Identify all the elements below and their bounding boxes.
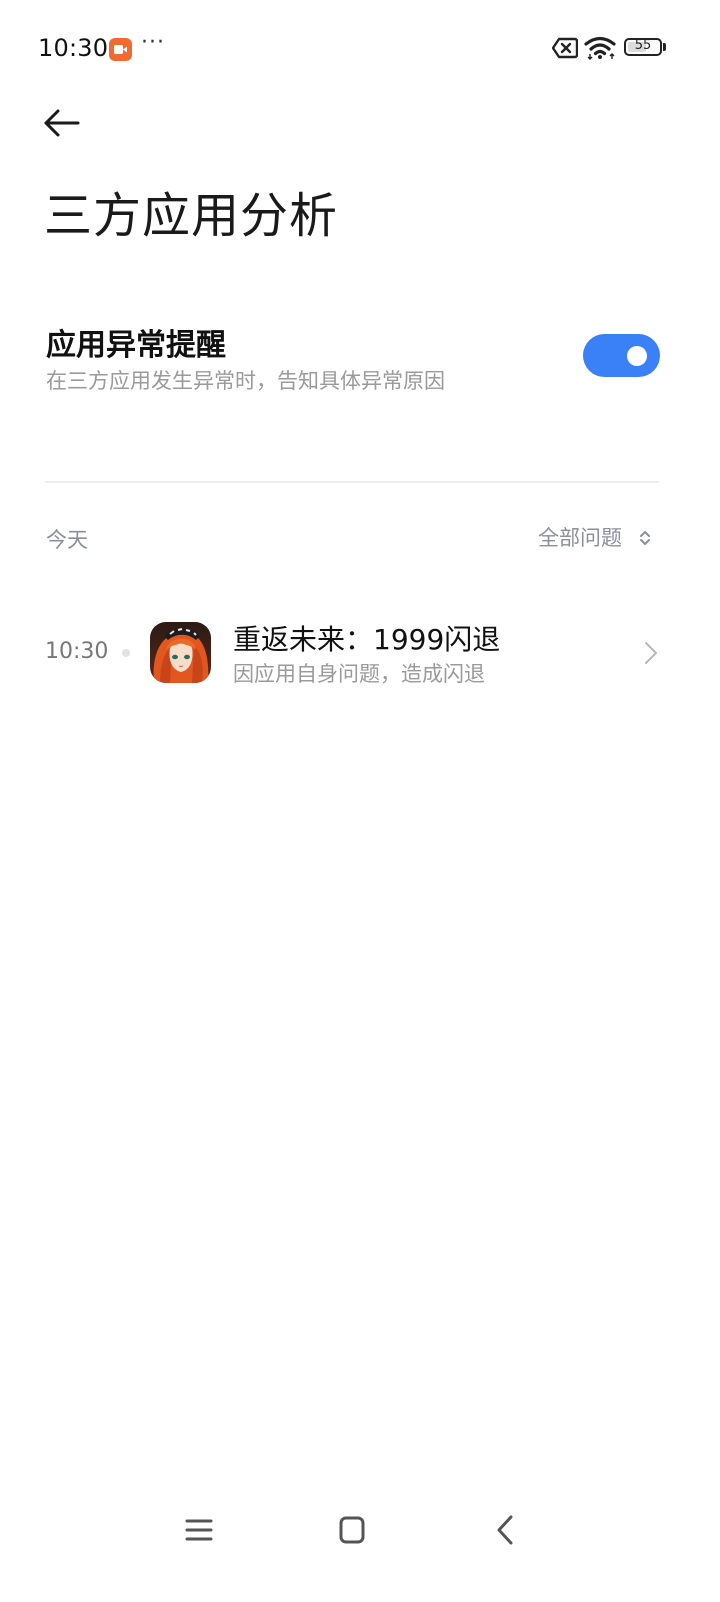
wifi-icon xyxy=(584,36,618,64)
system-navigation-bar xyxy=(0,1490,720,1570)
setting-app-anomaly-alert[interactable]: 应用异常提醒 在三方应用发生异常时，告知具体异常原因 xyxy=(0,310,720,410)
home-button[interactable] xyxy=(332,1510,372,1550)
back-button[interactable] xyxy=(40,104,86,142)
battery-level-text: 55 xyxy=(634,38,652,53)
chevron-right-icon xyxy=(645,642,657,664)
menu-icon xyxy=(185,1519,213,1541)
screen-record-icon xyxy=(109,38,132,61)
date-group-label: 今天 xyxy=(46,528,88,552)
app-icon-reverse-1999 xyxy=(150,622,211,683)
setting-description: 在三方应用发生异常时，告知具体异常原因 xyxy=(46,369,445,393)
anomaly-alert-toggle[interactable] xyxy=(583,334,660,377)
battery-tip xyxy=(663,43,666,51)
timeline-dot xyxy=(122,649,130,657)
sim-off-icon xyxy=(551,37,579,63)
page-title: 三方应用分析 xyxy=(44,188,339,244)
toggle-knob xyxy=(627,346,647,366)
battery-icon: 55 xyxy=(624,38,662,56)
more-notifications-indicator: ··· xyxy=(141,30,165,55)
event-description: 因应用自身问题，造成闪退 xyxy=(233,662,485,686)
filter-label: 全部问题 xyxy=(538,526,622,550)
back-icon xyxy=(497,1515,513,1545)
list-item[interactable]: 10:30 重返未来：1999闪退 因应用自身问题，造成闪退 xyxy=(0,612,720,692)
setting-title: 应用异常提醒 xyxy=(46,328,226,363)
arrow-left-icon xyxy=(44,109,80,137)
status-bar: 10:30 ··· 55 xyxy=(0,0,720,100)
chevron-up-down-icon xyxy=(640,531,650,545)
home-icon xyxy=(339,1516,365,1544)
issue-filter-dropdown[interactable]: 全部问题 xyxy=(538,522,650,554)
section-divider xyxy=(45,481,659,483)
recent-apps-button[interactable] xyxy=(179,1510,219,1550)
system-back-button[interactable] xyxy=(485,1510,525,1550)
event-time: 10:30 xyxy=(45,639,109,664)
status-time: 10:30 xyxy=(38,34,109,62)
event-title: 重返未来：1999闪退 xyxy=(233,623,501,656)
